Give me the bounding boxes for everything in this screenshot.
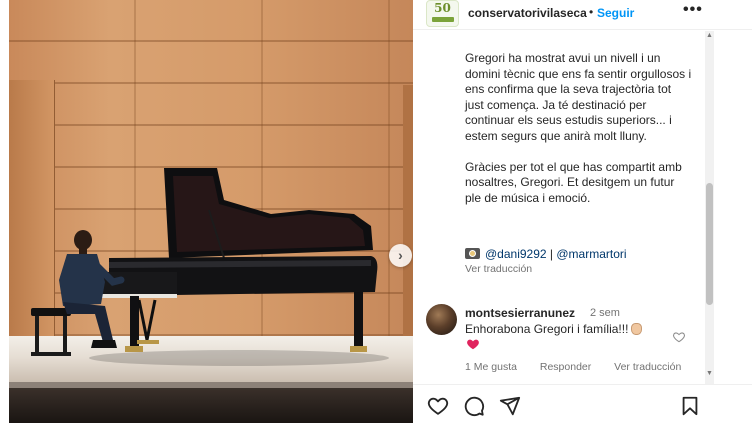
post-side-panel: 50 conservatorivilaseca • Seguir ••• Gre… — [413, 0, 752, 423]
comments-scroll-area[interactable]: Gregori ha mostrat avui un nivell i un d… — [413, 31, 752, 384]
red-heart-emoji-icon — [467, 339, 479, 350]
caption-mentions: @dani9292 | @marmartori — [465, 247, 627, 261]
post-photo[interactable]: › — [9, 0, 413, 423]
comment-time[interactable]: 2 sem — [590, 307, 620, 319]
logo-number: 50 — [434, 1, 451, 15]
scroll-up-arrow-icon[interactable]: ▲ — [706, 32, 713, 39]
mention-separator: | — [546, 247, 557, 261]
comment-reply-button[interactable]: Responder — [540, 361, 591, 373]
caption-paragraph-1: Gregori ha mostrat avui un nivell i un d… — [465, 51, 692, 143]
pianist-at-grand-piano-illustration — [31, 168, 389, 366]
more-options-icon[interactable]: ••• — [683, 1, 703, 19]
comment-icon[interactable] — [463, 395, 485, 417]
next-image-button[interactable]: › — [389, 244, 412, 267]
header-separator: • — [589, 5, 594, 19]
mention-link-1[interactable]: @dani9292 — [485, 247, 547, 261]
follow-button[interactable]: Seguir — [597, 6, 634, 20]
heart-icon[interactable] — [427, 395, 449, 417]
share-icon[interactable] — [499, 395, 521, 417]
comment-like-heart-icon[interactable] — [672, 330, 686, 344]
caption-translate-link[interactable]: Ver traducción — [465, 263, 532, 275]
post-caption: Gregori ha mostrat avui un nivell i un d… — [465, 51, 693, 222]
scrollbar[interactable]: ▲ ▼ — [705, 31, 714, 384]
comment-likes-count[interactable]: 1 Me gusta — [465, 361, 517, 373]
caption-paragraph-2: Gràcies per tot el que has compartit amb… — [465, 159, 682, 205]
comment-text-line: Enhorabona Gregori i família!!! — [465, 321, 665, 337]
clapping-hands-emoji-icon — [631, 323, 643, 335]
comment-text: Enhorabona Gregori i família!!! — [465, 322, 629, 336]
bookmark-icon[interactable] — [679, 395, 701, 417]
comment-username[interactable]: montsesierranunez — [465, 306, 575, 320]
comment-translate-link[interactable]: Ver traducción — [614, 361, 681, 373]
account-avatar-logo[interactable]: 50 — [426, 0, 459, 27]
comment-meta: 1 Me gusta Responder Ver traducción — [465, 361, 701, 373]
account-username[interactable]: conservatorivilaseca — [468, 6, 587, 20]
mention-link-2[interactable]: @marmartori — [556, 247, 626, 261]
post-header: 50 conservatorivilaseca • Seguir ••• — [413, 0, 752, 30]
scrollbar-thumb[interactable] — [706, 183, 713, 305]
scroll-down-arrow-icon[interactable]: ▼ — [706, 370, 713, 377]
post-action-bar — [413, 384, 752, 423]
camera-icon — [465, 248, 480, 259]
logo-bar — [431, 17, 454, 22]
comment-avatar[interactable] — [426, 304, 457, 335]
